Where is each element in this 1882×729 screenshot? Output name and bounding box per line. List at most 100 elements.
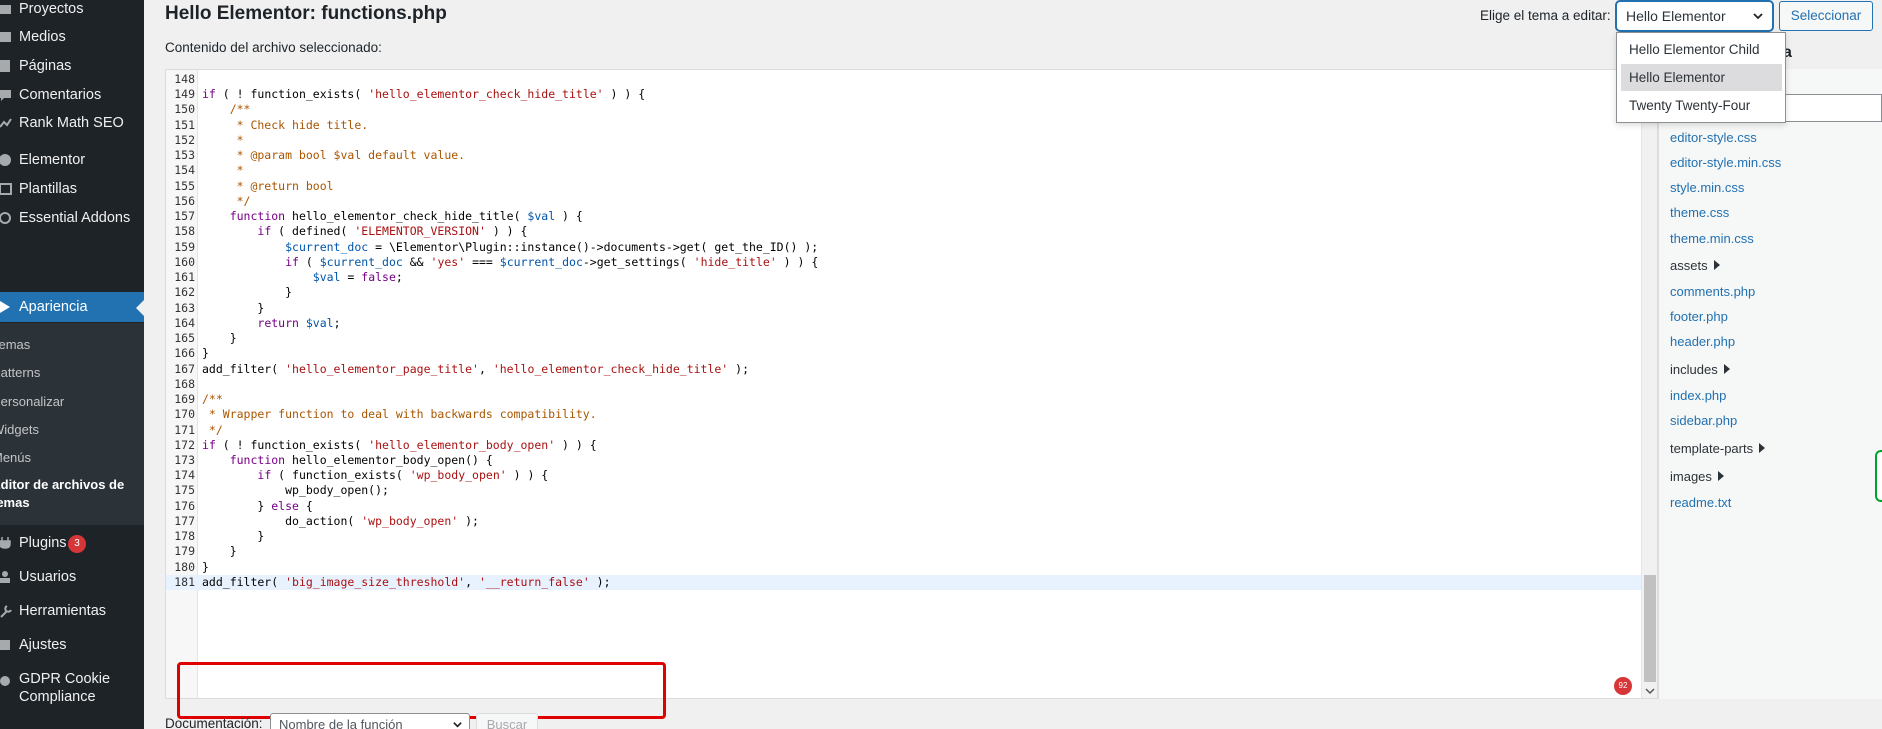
file-style-min-css[interactable]: style.min.css [1670,180,1744,195]
code-line: 157 function hello_elementor_check_hide_… [166,209,1641,224]
menu-usuarios[interactable]: Usuarios [0,562,144,592]
submenu-widgets[interactable]: Widgets [0,422,39,437]
code-text: /** [202,102,251,117]
line-number: 159 [174,239,195,254]
code-text: * Wrapper function to deal with backward… [202,407,597,422]
line-number: 152 [174,132,195,147]
code-line: 174 if ( function_exists( 'wp_body_open'… [166,468,1641,483]
select-theme-button[interactable]: Seleccionar [1779,1,1873,31]
code-text: */ [202,422,223,437]
file-index-php[interactable]: index.php [1670,388,1726,403]
theme-option-twenty-twenty-four[interactable]: Twenty Twenty-Four [1621,92,1782,119]
editor-scrollbar[interactable] [1641,70,1657,698]
documentation-label: Documentación: [165,716,263,729]
file-header-php[interactable]: header.php [1670,334,1735,349]
line-number: 181 [174,574,195,589]
apariencia-submenu: Temas Patterns Personalizar Widgets Menú… [0,323,144,525]
templates-icon [0,180,14,198]
submenu-patterns[interactable]: Patterns [0,365,40,380]
chevron-down-icon [1753,13,1763,20]
theme-option-hello-elementor[interactable]: Hello Elementor [1621,64,1782,91]
code-line: 179 } [166,544,1641,559]
essential-addons-icon [0,209,14,227]
theme-select[interactable]: Hello Elementor [1616,1,1773,31]
code-line: 152 * [166,133,1641,148]
lint-error-badge[interactable]: 92 [1614,677,1632,695]
submenu-editor-archivos[interactable]: Editor de archivos de temas [0,476,124,512]
code-text: } [202,331,237,346]
file-comments-php[interactable]: comments.php [1670,284,1755,299]
line-number: 162 [174,285,195,300]
menu-rank-math[interactable]: Rank Math SEO [0,108,144,138]
submenu-menus[interactable]: Menús [0,450,31,465]
menu-comentarios[interactable]: Comentarios [0,80,144,110]
file-footer-php[interactable]: footer.php [1670,309,1728,324]
file-readme-txt[interactable]: readme.txt [1670,495,1731,510]
admin-sidebar: Proyectos Medios Páginas Comentarios Ran… [0,0,144,729]
menu-herramientas[interactable]: Herramientas [0,596,144,626]
page-icon [0,57,14,75]
code-line: 155 * @return bool [166,179,1641,194]
users-icon [0,568,14,586]
code-line: 172 if ( ! function_exists( 'hello_elemen… [166,438,1641,453]
documentation-function-select[interactable]: Nombre de la función [270,713,470,729]
file-content-label: Contenido del archivo seleccionado: [165,40,382,55]
comment-icon [0,86,14,104]
menu-apariencia[interactable]: Apariencia [0,292,144,322]
menu-gdpr[interactable]: GDPR Cookie Compliance [0,664,144,714]
code-text: if ( defined( 'ELEMENTOR_VERSION' ) ) { [257,224,528,239]
line-number: 171 [174,422,195,437]
menu-essential-addons[interactable]: Essential Addons [0,203,144,233]
line-number: 173 [174,453,195,467]
side-feedback-tab[interactable] [1875,450,1882,502]
folder-images[interactable]: images [1670,469,1724,484]
code-line: 169 /** [166,392,1641,407]
menu-plugins[interactable]: Plugins 3 [0,528,144,558]
code-line: 178 } [166,529,1641,544]
theme-option-hello-elementor-child[interactable]: Hello Elementor Child [1621,36,1782,63]
submenu-temas[interactable]: Temas [0,337,30,352]
theme-select-label: Elige el tema a editar: [1480,8,1611,23]
code-text: add_filter( 'big_image_size_threshold', … [202,574,611,589]
code-text: } [202,300,265,315]
media-icon [0,28,14,46]
code-line: 149 if ( ! function_exists( 'hello_elemen… [166,87,1641,102]
menu-paginas[interactable]: Páginas [0,51,144,81]
menu-elementor[interactable]: Elementor [0,145,144,175]
file-theme-css[interactable]: theme.css [1670,205,1729,220]
file-sidebar-php[interactable]: sidebar.php [1670,413,1737,428]
code-text: function hello_elementor_body_open() { [229,453,493,467]
folder-template-parts[interactable]: template-parts [1670,441,1766,456]
menu-plantillas[interactable]: Plantillas [0,174,144,204]
code-line: 180} [166,560,1641,575]
code-text: if ( function_exists( 'wp_body_open' ) )… [257,468,549,483]
chevron-down-icon [453,722,462,728]
line-number: 165 [174,331,195,346]
code-text: * [202,163,244,178]
settings-icon [0,636,14,654]
file-theme-min-css[interactable]: theme.min.css [1670,231,1754,246]
file-editor-style-min-css[interactable]: editor-style.min.css [1670,155,1781,170]
menu-ajustes[interactable]: Ajustes [0,630,144,660]
folder-includes[interactable]: includes [1670,362,1730,377]
scrollbar-thumb[interactable] [1644,575,1656,682]
code-text: } [202,285,293,300]
folder-assets[interactable]: assets [1670,258,1720,273]
code-line: 165 } [166,331,1641,346]
code-text: * @return bool [202,178,334,193]
line-number: 163 [174,300,195,315]
caret-right-icon [1723,364,1730,374]
menu-proyectos[interactable]: Proyectos [0,0,144,24]
caret-right-icon [1713,260,1720,270]
documentation-search-button[interactable]: Buscar [476,713,538,729]
tools-icon [0,602,14,620]
code-line: 173 function hello_elementor_body_open()… [166,453,1641,468]
scroll-down-icon[interactable] [1645,686,1655,696]
submenu-personalizar[interactable]: Personalizar [0,394,64,409]
code-text: * Check hide title. [202,117,369,132]
caret-right-icon [1717,471,1724,481]
file-editor-style-css[interactable]: editor-style.css [1670,130,1757,145]
code-editor[interactable]: 148 149 if ( ! function_exists( 'hello_ele… [165,69,1658,699]
code-line: 176 } else { [166,499,1641,514]
menu-medios[interactable]: Medios [0,22,144,52]
